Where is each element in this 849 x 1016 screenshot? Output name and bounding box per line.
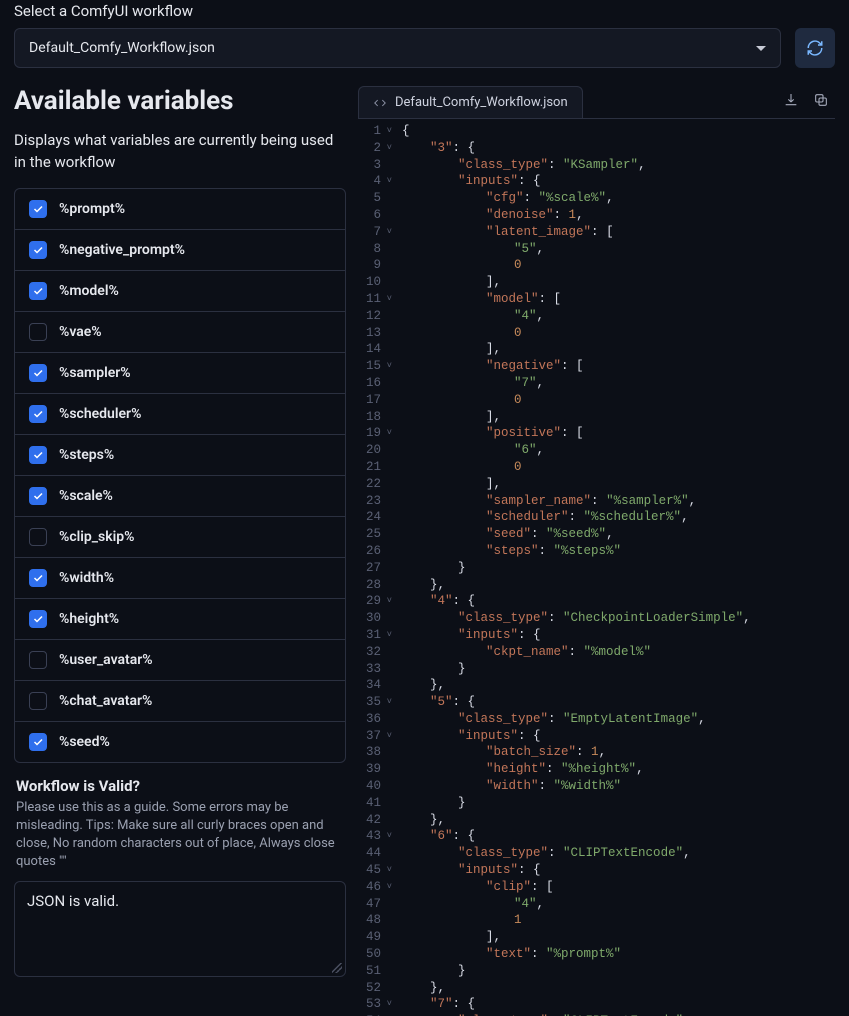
- variable-item[interactable]: %sampler%: [15, 353, 345, 394]
- workflow-select-label: Select a ComfyUI workflow: [14, 0, 835, 20]
- variable-label: %width%: [59, 570, 114, 586]
- variable-label: %scale%: [59, 488, 113, 504]
- refresh-icon: [806, 39, 824, 57]
- variable-item[interactable]: %width%: [15, 558, 345, 599]
- variable-checkbox[interactable]: [29, 282, 47, 300]
- workflow-select-value: Default_Comfy_Workflow.json: [29, 40, 215, 56]
- variable-checkbox[interactable]: [29, 692, 47, 710]
- variable-checkbox[interactable]: [29, 569, 47, 587]
- variable-checkbox[interactable]: [29, 364, 47, 382]
- validator-status: JSON is valid.: [27, 892, 119, 910]
- code-editor[interactable]: 1˅2˅34˅567˅891011˅12131415˅16171819˅2021…: [358, 119, 835, 1016]
- code-content: {"3": {"class_type": "KSampler","inputs"…: [396, 119, 751, 1016]
- variable-checkbox[interactable]: [29, 405, 47, 423]
- validator-heading: Workflow is Valid?: [16, 777, 346, 795]
- variable-checkbox[interactable]: [29, 241, 47, 259]
- validator-output[interactable]: JSON is valid.: [14, 881, 346, 977]
- chevron-down-icon: [756, 46, 766, 51]
- variable-label: %chat_avatar%: [59, 693, 152, 709]
- variable-checkbox[interactable]: [29, 323, 47, 341]
- variable-checkbox[interactable]: [29, 733, 47, 751]
- variable-checkbox[interactable]: [29, 487, 47, 505]
- variable-item[interactable]: %user_avatar%: [15, 640, 345, 681]
- variable-label: %seed%: [59, 734, 110, 750]
- variable-item[interactable]: %negative_prompt%: [15, 230, 345, 271]
- variable-label: %clip_skip%: [59, 529, 134, 545]
- variable-item[interactable]: %scheduler%: [15, 394, 345, 435]
- editor-tab-label: Default_Comfy_Workflow.json: [395, 95, 568, 110]
- code-icon: [373, 96, 387, 110]
- variable-item[interactable]: %seed%: [15, 722, 345, 762]
- variable-label: %prompt%: [59, 201, 125, 217]
- variable-list: %prompt% %negative_prompt% %model% %vae% %sa…: [14, 188, 346, 763]
- variable-checkbox[interactable]: [29, 651, 47, 669]
- copy-icon: [813, 92, 829, 108]
- editor-tabbar: Default_Comfy_Workflow.json: [358, 86, 835, 119]
- variable-item[interactable]: %chat_avatar%: [15, 681, 345, 722]
- variable-item[interactable]: %vae%: [15, 312, 345, 353]
- variable-item[interactable]: %model%: [15, 271, 345, 312]
- variable-checkbox[interactable]: [29, 200, 47, 218]
- variable-label: %scheduler%: [59, 406, 141, 422]
- validator-tip: Please use this as a guide. Some errors …: [14, 799, 346, 872]
- variable-item[interactable]: %height%: [15, 599, 345, 640]
- copy-button[interactable]: [813, 92, 829, 112]
- variable-label: %sampler%: [59, 365, 131, 381]
- variable-label: %steps%: [59, 447, 114, 463]
- variable-item[interactable]: %steps%: [15, 435, 345, 476]
- download-button[interactable]: [783, 92, 799, 112]
- line-number-gutter: 1˅2˅34˅567˅891011˅12131415˅16171819˅2021…: [358, 119, 396, 1016]
- variable-label: %negative_prompt%: [59, 242, 185, 258]
- variable-item[interactable]: %prompt%: [15, 189, 345, 230]
- variable-checkbox[interactable]: [29, 446, 47, 464]
- variable-label: %user_avatar%: [59, 652, 153, 668]
- variable-label: %model%: [59, 283, 119, 299]
- workflow-select[interactable]: Default_Comfy_Workflow.json: [14, 28, 781, 68]
- variable-item[interactable]: %scale%: [15, 476, 345, 517]
- available-variables-desc: Displays what variables are currently be…: [14, 130, 346, 174]
- variable-label: %height%: [59, 611, 119, 627]
- variable-checkbox[interactable]: [29, 528, 47, 546]
- editor-tab[interactable]: Default_Comfy_Workflow.json: [358, 86, 583, 118]
- variable-item[interactable]: %clip_skip%: [15, 517, 345, 558]
- variable-checkbox[interactable]: [29, 610, 47, 628]
- download-icon: [783, 92, 799, 108]
- variable-label: %vae%: [59, 324, 102, 340]
- refresh-button[interactable]: [795, 28, 835, 68]
- available-variables-title: Available variables: [14, 86, 346, 116]
